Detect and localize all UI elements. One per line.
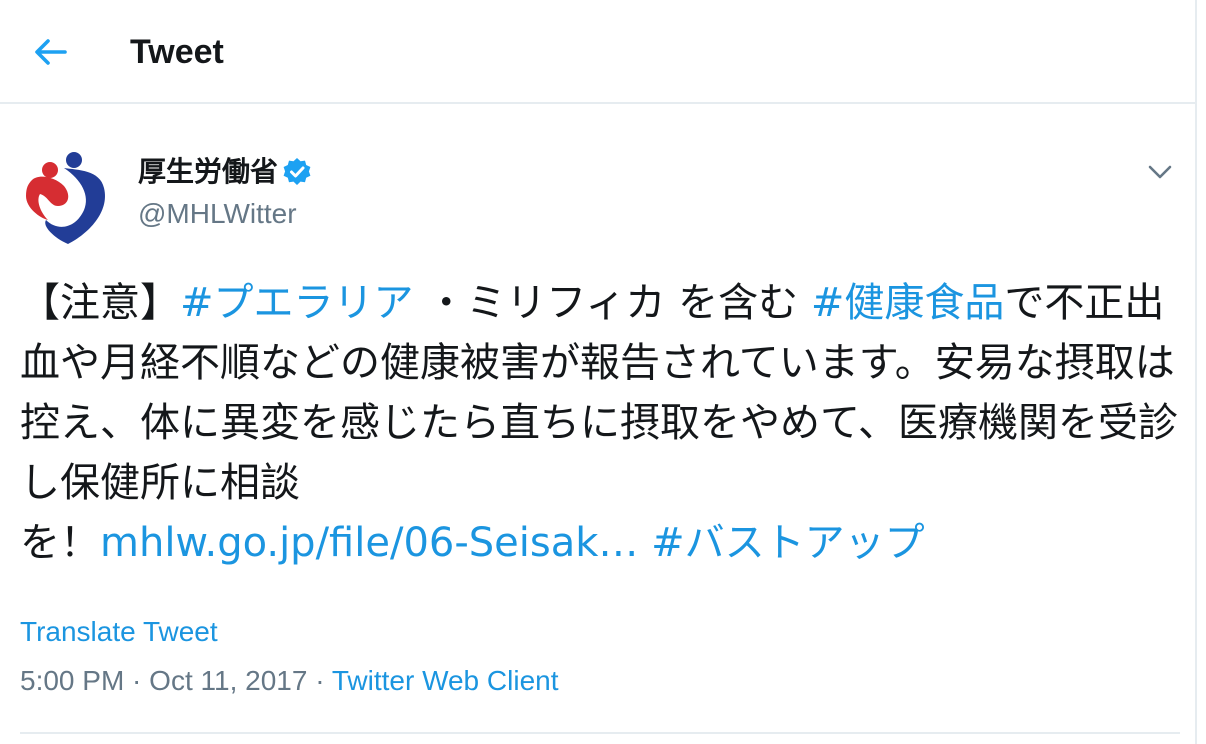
tweet-options-button[interactable] — [1142, 156, 1178, 188]
user-handle[interactable]: @MHLWitter — [138, 198, 297, 230]
meta-separator: · — [124, 665, 150, 696]
url-link[interactable]: mhlw.go.jp/file/06-Seisak… — [100, 520, 638, 566]
mhlw-logo — [18, 146, 118, 246]
tweet-text-segment: ・ミリフィカ を含む — [413, 280, 811, 326]
verified-badge-icon — [283, 158, 311, 185]
tweet-date[interactable]: Oct 11, 2017 — [149, 665, 307, 696]
page-header: Tweet — [0, 0, 1196, 104]
tweet-text-segment — [638, 520, 651, 566]
meta-separator: · — [307, 665, 332, 696]
display-name[interactable]: 厚生労働省 — [138, 155, 312, 189]
display-name-text[interactable]: 厚生労働省 — [138, 155, 278, 189]
arrow-left-icon — [35, 39, 67, 65]
avatar[interactable] — [18, 146, 118, 246]
hashtag-link[interactable]: #健康食品 — [811, 280, 1005, 326]
divider — [20, 732, 1180, 734]
page-title: Tweet — [130, 33, 224, 71]
hashtag-link[interactable]: #プエラリア — [180, 280, 414, 326]
tweet-metadata: 5:00 PM · Oct 11, 2017 · Twitter Web Cli… — [20, 664, 559, 698]
column-border — [1195, 0, 1197, 744]
tweet-time[interactable]: 5:00 PM — [20, 665, 124, 696]
hashtag-link[interactable]: #バストアップ — [651, 520, 925, 566]
translate-tweet-link[interactable]: Translate Tweet — [20, 615, 218, 649]
tweet-text-segment: 【注意】 — [20, 280, 180, 326]
tweet-source-link[interactable]: Twitter Web Client — [332, 665, 559, 696]
back-button[interactable] — [26, 30, 74, 74]
chevron-down-icon — [1148, 165, 1172, 179]
tweet-text-segment: を！ — [20, 520, 100, 566]
tweet-text: 【注意】#プエラリア ・ミリフィカ を含む #健康食品で不正出血や月経不順などの… — [20, 273, 1180, 573]
